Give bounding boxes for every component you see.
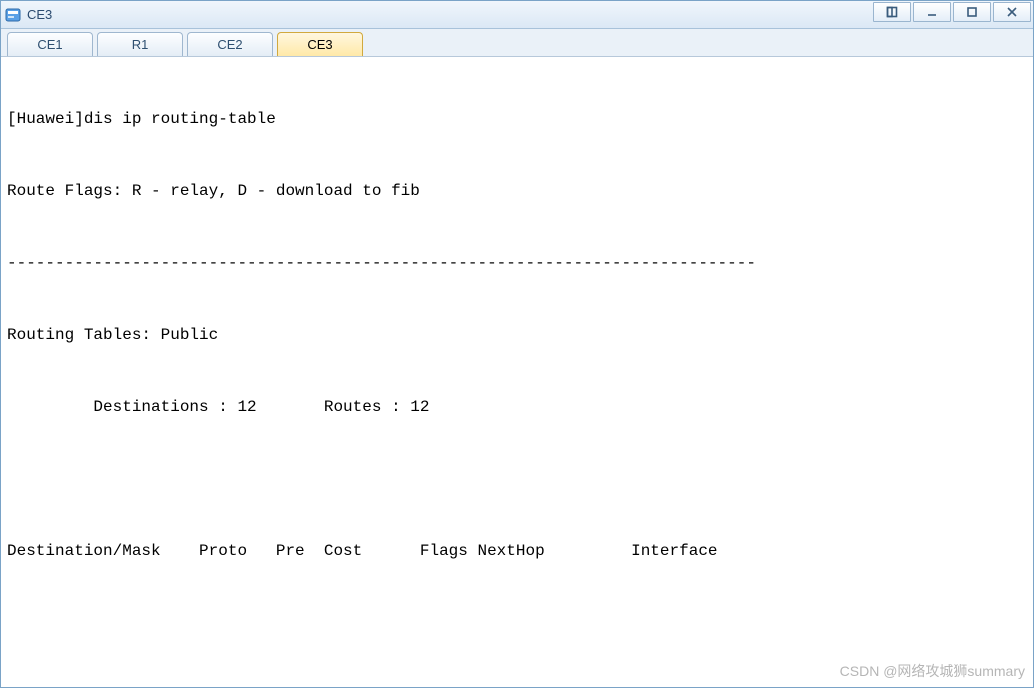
watermark-text: CSDN @网络攻城狮summary xyxy=(840,659,1025,683)
terminal-output: [Huawei]dis ip routing-table Route Flags… xyxy=(1,57,1033,687)
titlebar: CE3 xyxy=(1,1,1033,29)
routing-rows: 10.1.1.0/24 EBGP 255 0 D 30.1.1.2 Gigabi… xyxy=(7,683,1027,687)
tab-ce2[interactable]: CE2 xyxy=(187,32,273,56)
divider-line: ----------------------------------------… xyxy=(7,251,1027,275)
tab-r1[interactable]: R1 xyxy=(97,32,183,56)
tabbar: CE1R1CE2CE3 xyxy=(1,29,1033,57)
tab-ce1[interactable]: CE1 xyxy=(7,32,93,56)
table-header: Destination/Mask Proto Pre Cost Flags Ne… xyxy=(7,539,1027,563)
cmd-line: [Huawei]dis ip routing-table xyxy=(7,107,1027,131)
close-button[interactable] xyxy=(993,2,1031,22)
table-row: 10.1.1.0/24 EBGP 255 0 D 30.1.1.2 Gigabi… xyxy=(7,683,1027,687)
dest-routes-line: Destinations : 12 Routes : 12 xyxy=(7,395,1027,419)
app-window: CE3 CE1R1CE2CE3 [Huawei]dis ip routing-t… xyxy=(0,0,1034,688)
tables-line: Routing Tables: Public xyxy=(7,323,1027,347)
minimize-button[interactable] xyxy=(913,2,951,22)
blank-line xyxy=(7,611,1027,635)
app-icon xyxy=(5,7,21,23)
blank-line xyxy=(7,467,1027,491)
tab-ce3[interactable]: CE3 xyxy=(277,32,363,56)
flags-line: Route Flags: R - relay, D - download to … xyxy=(7,179,1027,203)
window-title: CE3 xyxy=(27,7,52,22)
maximize-button[interactable] xyxy=(953,2,991,22)
dock-button[interactable] xyxy=(873,2,911,22)
window-controls xyxy=(871,2,1031,22)
